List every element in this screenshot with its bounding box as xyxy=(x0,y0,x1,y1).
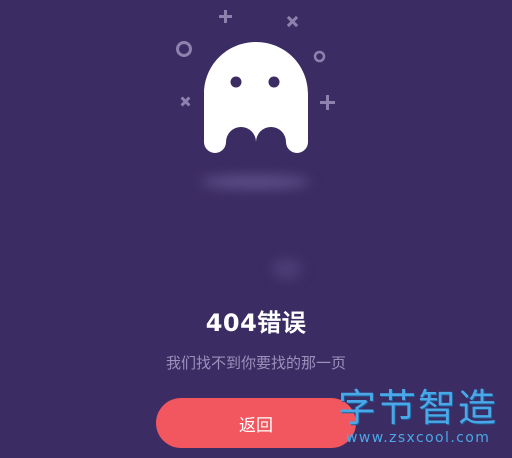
watermark-url: www.zsxcool.com xyxy=(346,430,491,446)
plus-icon xyxy=(219,10,232,23)
watermark-title: 字节智造 xyxy=(338,386,499,430)
error-page: 404错误 我们找不到你要找的那一页 返回 字节智造 www.zsxcool.c… xyxy=(0,0,512,458)
circle-icon xyxy=(175,40,193,58)
ghost-icon xyxy=(204,42,308,153)
ghost-shadow xyxy=(200,175,310,189)
close-icon xyxy=(286,15,299,28)
plus-icon xyxy=(320,95,335,110)
decorative-blur xyxy=(272,258,302,280)
close-icon xyxy=(180,96,191,107)
back-button[interactable]: 返回 xyxy=(156,398,356,448)
circle-icon xyxy=(313,50,326,63)
watermark: 字节智造 www.zsxcool.com xyxy=(338,386,510,456)
error-title: 404错误 xyxy=(205,309,307,337)
error-message: 我们找不到你要找的那一页 xyxy=(165,354,346,372)
